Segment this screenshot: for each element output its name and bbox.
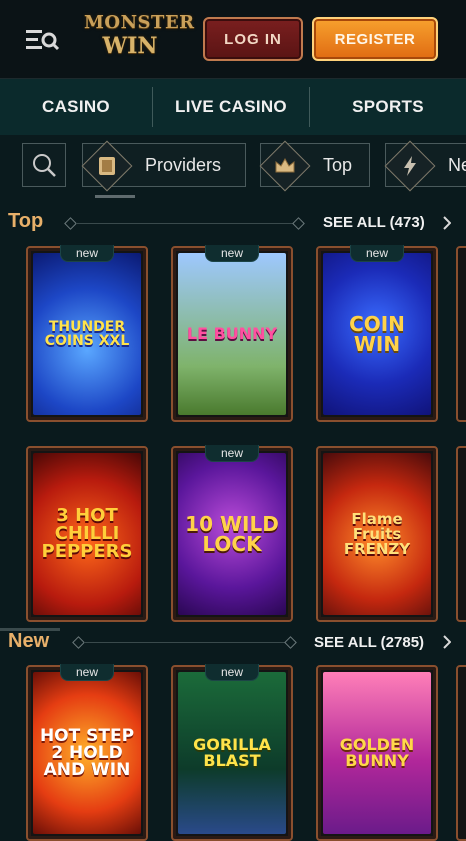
game-title: HOT STEP 2 HOLD AND WIN <box>39 725 135 780</box>
see-all-top-link[interactable]: SEE ALL (473) <box>323 214 425 231</box>
menu-search-icon[interactable] <box>24 26 60 54</box>
game-tile[interactable]: LE BUNNY <box>171 246 293 422</box>
game-tile-partial[interactable] <box>456 665 466 841</box>
top-header: MONSTER WIN LOG IN REGISTER <box>0 0 466 79</box>
search-button[interactable] <box>22 143 66 187</box>
chip-providers-label: Providers <box>145 154 222 175</box>
game-art: THUNDER COINS XXL <box>33 253 141 415</box>
nav-casino[interactable]: CASINO <box>0 79 152 135</box>
new-badge: new <box>350 245 404 262</box>
game-title: THUNDER COINS XXL <box>44 319 130 349</box>
game-tile[interactable]: 10 WILD LOCK <box>171 446 293 622</box>
game-title: Flame Fruits FRENZY <box>343 509 411 558</box>
game-art: LE BUNNY <box>178 253 286 415</box>
new-badge: new <box>205 245 259 262</box>
see-all-new-link[interactable]: SEE ALL (2785) <box>314 634 424 651</box>
search-icon <box>33 154 56 177</box>
chevron-right-icon[interactable] <box>443 216 451 230</box>
game-tile[interactable]: HOT STEP 2 HOLD AND WIN <box>26 665 148 841</box>
book-icon <box>99 157 115 175</box>
chevron-right-icon[interactable] <box>443 635 451 649</box>
divider-diamond-icon <box>72 636 85 649</box>
game-art: GORILLA BLAST <box>178 672 286 834</box>
game-tile[interactable]: THUNDER COINS XXL <box>26 246 148 422</box>
game-title: 10 WILD LOCK <box>185 512 279 556</box>
game-tile[interactable]: Flame Fruits FRENZY <box>316 446 438 622</box>
new-badge: new <box>60 664 114 681</box>
chip-new-label: Ne <box>448 154 466 175</box>
chip-top[interactable]: Top <box>259 140 370 192</box>
game-art: 10 WILD LOCK <box>178 453 286 615</box>
game-tile[interactable]: GOLDEN BUNNY <box>316 665 438 841</box>
game-tile[interactable]: COIN WIN <box>316 246 438 422</box>
section-title-top: Top <box>8 210 44 232</box>
nav-sports[interactable]: SPORTS <box>310 79 466 135</box>
new-badge: new <box>205 664 259 681</box>
section-title-new: New <box>8 630 50 652</box>
chip-top-label: Top <box>323 154 353 175</box>
game-tile-partial[interactable] <box>456 446 466 622</box>
lightning-icon <box>404 156 416 176</box>
game-art: COIN WIN <box>323 253 431 415</box>
section-divider <box>76 223 296 224</box>
game-tile-partial[interactable] <box>456 246 466 422</box>
new-badge: new <box>60 245 114 262</box>
game-title: 3 HOT CHILLI PEPPERS <box>41 505 133 562</box>
chip-providers[interactable]: Providers <box>81 140 246 192</box>
game-tile[interactable]: GORILLA BLAST <box>171 665 293 841</box>
game-title: GORILLA BLAST <box>193 735 271 770</box>
divider-diamond-icon <box>284 636 297 649</box>
section-divider <box>84 642 290 643</box>
chip-new[interactable]: Ne <box>384 140 466 192</box>
crown-icon <box>275 157 295 173</box>
filter-bar: Providers Top Ne <box>0 140 466 192</box>
game-title: COIN WIN <box>349 312 405 356</box>
login-button[interactable]: LOG IN <box>203 17 303 61</box>
logo-line2: WIN <box>102 33 158 59</box>
game-art: 3 HOT CHILLI PEPPERS <box>33 453 141 615</box>
divider-diamond-icon <box>64 217 77 230</box>
game-art: GOLDEN BUNNY <box>323 672 431 834</box>
game-tile[interactable]: 3 HOT CHILLI PEPPERS <box>26 446 148 622</box>
logo-line1: MONSTER <box>84 12 195 33</box>
game-title: GOLDEN BUNNY <box>339 735 415 770</box>
game-title: LE BUNNY <box>186 324 278 343</box>
main-nav: CASINO LIVE CASINO SPORTS <box>0 79 466 135</box>
monster-win-logo[interactable]: MONSTER WIN <box>84 12 195 66</box>
new-badge: new <box>205 445 259 462</box>
game-art: HOT STEP 2 HOLD AND WIN <box>33 672 141 834</box>
register-button[interactable]: REGISTER <box>312 17 438 61</box>
nav-live-casino[interactable]: LIVE CASINO <box>153 79 309 135</box>
game-art: Flame Fruits FRENZY <box>323 453 431 615</box>
filter-scroll-indicator <box>95 195 135 198</box>
divider-diamond-icon <box>292 217 305 230</box>
